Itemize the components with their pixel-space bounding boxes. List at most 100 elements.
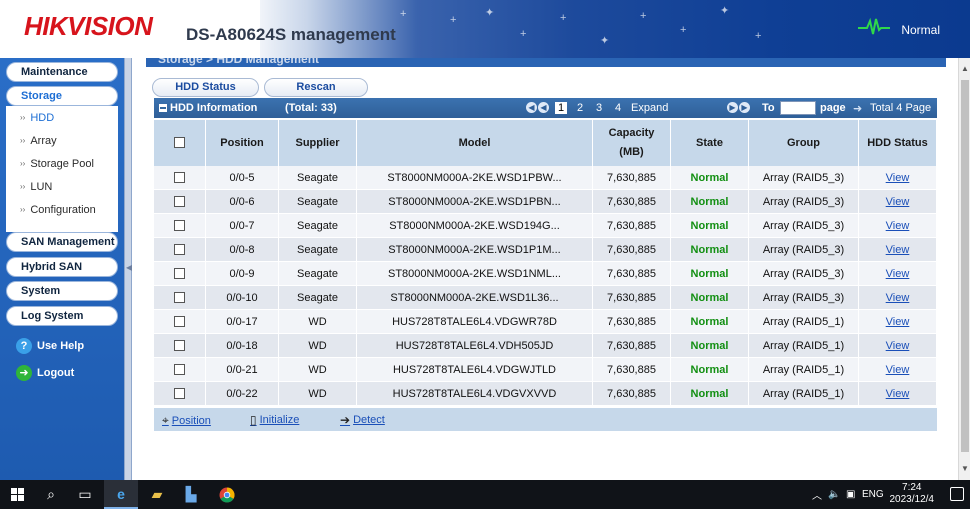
scroll-down-icon[interactable]: ▼ <box>961 464 969 473</box>
cell-action: View <box>859 382 937 406</box>
detect-action[interactable]: ➔ Detect <box>340 413 385 427</box>
system-clock[interactable]: 7:24 2023/12/4 <box>890 482 935 506</box>
row-checkbox[interactable] <box>174 220 185 232</box>
submenu-item-storage-pool[interactable]: ›› Storage Pool <box>20 158 94 170</box>
menu-maintenance[interactable]: Maintenance <box>6 62 118 82</box>
header-capacity[interactable]: Capacity (MB) <box>593 120 671 166</box>
select-all-checkbox[interactable] <box>174 137 185 149</box>
menu-hybrid-san[interactable]: Hybrid SAN <box>6 257 118 277</box>
row-checkbox[interactable] <box>174 388 185 400</box>
last-page-icon[interactable]: ▶ <box>739 102 750 113</box>
menu-storage[interactable]: Storage <box>6 86 118 106</box>
app-header: + + ✦ + + ✦ + + ✦ + HIKVISION DS-A80624S… <box>0 0 970 58</box>
page-link-3[interactable]: 3 <box>596 102 602 114</box>
page-link-1[interactable]: 1 <box>555 102 567 114</box>
header-group[interactable]: Group <box>749 120 859 166</box>
file-explorer-icon[interactable]: ▰ <box>140 480 174 509</box>
cell-state: Normal <box>671 310 749 334</box>
main-content: Storage > HDD Management HDD Status Resc… <box>132 58 958 480</box>
next-page-icon[interactable]: ▶ <box>727 102 738 113</box>
row-checkbox[interactable] <box>174 196 185 208</box>
row-checkbox[interactable] <box>174 316 185 328</box>
hdd-info-title: HDD Information <box>170 102 258 114</box>
task-view-icon[interactable]: ▭ <box>68 480 102 509</box>
volume-icon[interactable]: 🔈 <box>828 480 840 509</box>
view-link[interactable]: View <box>886 316 910 328</box>
logout-label: Logout <box>37 367 75 379</box>
page-link-2[interactable]: 2 <box>577 102 583 114</box>
table-row[interactable]: 0/0-10 Seagate ST8000NM000A-2KE.WSD1L36...… <box>154 286 937 310</box>
sidebar-splitter[interactable]: ◀ <box>124 58 132 480</box>
chevron-right-icon: ›› <box>20 159 26 168</box>
server-manager-icon[interactable]: ▙ <box>174 480 208 509</box>
cell-action: View <box>859 286 937 310</box>
view-link[interactable]: View <box>886 340 910 352</box>
language-indicator[interactable]: ENG <box>862 480 884 509</box>
menu-log-system[interactable]: Log System <box>6 306 118 326</box>
submenu-item-lun[interactable]: ›› LUN <box>20 181 52 193</box>
view-link[interactable]: View <box>886 172 910 184</box>
submenu-item-hdd[interactable]: ›› HDD <box>20 112 54 124</box>
page-link-4[interactable]: 4 <box>615 102 621 114</box>
view-link[interactable]: View <box>886 220 910 232</box>
row-checkbox[interactable] <box>174 292 185 304</box>
header-model[interactable]: Model <box>357 120 593 166</box>
rescan-button[interactable]: Rescan <box>264 78 368 97</box>
menu-san-management[interactable]: SAN Management <box>6 232 118 252</box>
start-button[interactable] <box>0 480 34 509</box>
view-link[interactable]: View <box>886 196 910 208</box>
row-checkbox[interactable] <box>174 364 185 376</box>
search-icon[interactable]: ⌕ <box>34 480 68 509</box>
device-status: Normal <box>901 23 940 37</box>
chrome-logo-icon <box>219 487 235 503</box>
chrome-icon[interactable] <box>210 480 244 509</box>
tray-chevron-icon[interactable]: ︿ <box>812 480 822 509</box>
header-state[interactable]: State <box>671 120 749 166</box>
hdd-status-button[interactable]: HDD Status <box>152 78 259 97</box>
table-row[interactable]: 0/0-18 WD HUS728T8TALE6L4.VDH505JD 7,630,88… <box>154 334 937 358</box>
table-row[interactable]: 0/0-6 Seagate ST8000NM000A-2KE.WSD1PBN... 7… <box>154 190 937 214</box>
goto-arrow-icon[interactable]: ➜ <box>853 102 862 115</box>
header-position[interactable]: Position <box>206 120 279 166</box>
scrollbar-thumb[interactable] <box>961 80 969 452</box>
cell-model: HUS728T8TALE6L4.VDGWR78D <box>357 310 593 334</box>
ie-browser-icon[interactable]: e <box>104 480 138 509</box>
view-link[interactable]: View <box>886 268 910 280</box>
view-link[interactable]: View <box>886 292 910 304</box>
table-row[interactable]: 0/0-9 Seagate ST8000NM000A-2KE.WSD1NML... 7… <box>154 262 937 286</box>
table-row[interactable]: 0/0-21 WD HUS728T8TALE6L4.VDGWJTLD 7,630,88… <box>154 358 937 382</box>
row-checkbox[interactable] <box>174 244 185 256</box>
notification-icon[interactable] <box>950 487 964 501</box>
state-badge: Normal <box>690 195 729 208</box>
position-action[interactable]: ⌖ Position <box>162 413 211 428</box>
expand-link[interactable]: Expand <box>631 102 668 114</box>
submenu-item-array[interactable]: ›› Array <box>20 135 57 147</box>
view-link[interactable]: View <box>886 364 910 376</box>
logout-link[interactable]: ➜ Logout <box>16 365 74 381</box>
goto-page-input[interactable] <box>780 101 816 115</box>
view-link[interactable]: View <box>886 388 910 400</box>
row-checkbox[interactable] <box>174 268 185 280</box>
table-row[interactable]: 0/0-8 Seagate ST8000NM000A-2KE.WSD1P1M... 7… <box>154 238 937 262</box>
scroll-up-icon[interactable]: ▲ <box>961 64 969 73</box>
use-help-link[interactable]: ? Use Help <box>16 338 84 354</box>
view-link[interactable]: View <box>886 244 910 256</box>
prev-page-icon[interactable]: ◀ <box>538 102 549 113</box>
row-checkbox[interactable] <box>174 340 185 352</box>
header-supplier[interactable]: Supplier <box>279 120 357 166</box>
network-icon[interactable]: ▣ <box>846 480 855 509</box>
collapse-icon[interactable] <box>159 104 167 112</box>
first-page-icon[interactable]: ◀ <box>526 102 537 113</box>
table-row[interactable]: 0/0-5 Seagate ST8000NM000A-2KE.WSD1PBW... 7… <box>154 166 937 190</box>
menu-system[interactable]: System <box>6 281 118 301</box>
submenu-item-configuration[interactable]: ›› Configuration <box>20 204 96 216</box>
vertical-scrollbar[interactable]: ▲ ▼ <box>958 58 970 480</box>
table-row[interactable]: 0/0-17 WD HUS728T8TALE6L4.VDGWR78D 7,630,88… <box>154 310 937 334</box>
row-checkbox[interactable] <box>174 172 185 184</box>
table-row[interactable]: 0/0-7 Seagate ST8000NM000A-2KE.WSD194G... 7… <box>154 214 937 238</box>
cell-state: Normal <box>671 238 749 262</box>
initialize-action[interactable]: ▯ Initialize <box>250 413 299 427</box>
table-row[interactable]: 0/0-22 WD HUS728T8TALE6L4.VDGVXVVD 7,630,88… <box>154 382 937 406</box>
cell-supplier: WD <box>279 310 357 334</box>
state-badge: Normal <box>690 339 729 352</box>
